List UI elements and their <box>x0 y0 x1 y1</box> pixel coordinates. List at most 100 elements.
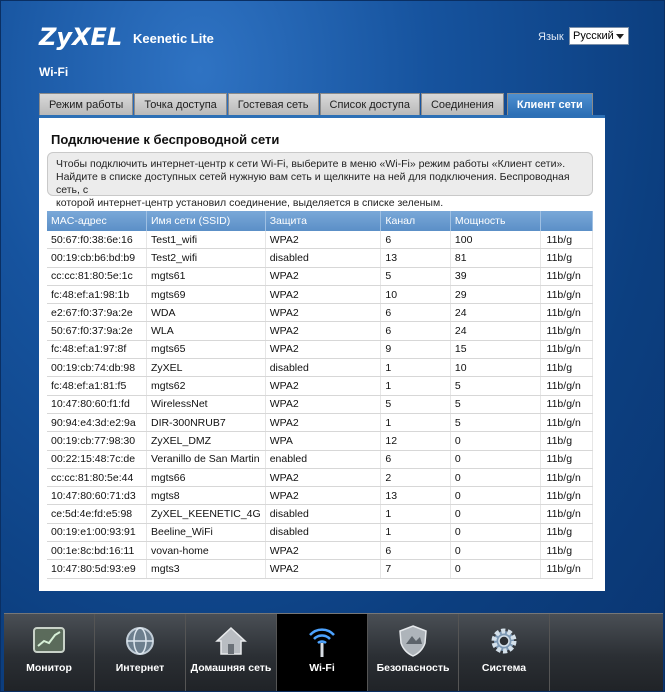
networks-table: MAC-адрес Имя сети (SSID) Защита Канал М… <box>47 211 594 579</box>
globe-icon <box>126 627 154 655</box>
cell-mode: 11b/g <box>540 358 594 378</box>
table-row[interactable]: 00:1e:8c:bd:16:11 vovan-home WPA2 6 0 11b/g <box>47 541 594 561</box>
table-row[interactable]: 10:47:80:60:f1:fd WirelessNet WPA2 5 5 11b/g/… <box>47 395 594 414</box>
table-row[interactable]: 50:67:f0:38:6e:16 Test1_wifi WPA2 6 100 11b/g <box>47 231 594 250</box>
tab-access-point[interactable]: Точка доступа <box>134 93 227 115</box>
tab-mode[interactable]: Режим работы <box>39 93 134 115</box>
cell-channel: 1 <box>380 504 451 524</box>
table-row[interactable]: 00:19:e1:00:93:91 Beeline_WiFi disabled 1 0 1… <box>47 523 594 543</box>
table-row[interactable]: ce:5d:4e:fd:e5:98 ZyXEL_KEENETIC_4G disabl… <box>47 504 594 524</box>
cell-power: 81 <box>450 248 541 268</box>
table-row[interactable]: cc:cc:81:80:5e:1c mgts61 WPA2 5 39 11b/g/n <box>47 267 594 286</box>
cell-power: 0 <box>450 486 541 506</box>
dock-wifi[interactable]: Wi-Fi <box>277 614 368 691</box>
cell-security: WPA2 <box>265 413 382 433</box>
table-row[interactable]: fc:48:ef:a1:97:8f mgts65 WPA2 9 15 11b/g/n <box>47 340 594 360</box>
cell-mac: cc:cc:81:80:5e:44 <box>47 468 147 488</box>
tab-guest-network[interactable]: Гостевая сеть <box>227 93 319 115</box>
cell-mac: 00:19:cb:77:98:30 <box>47 431 147 451</box>
tab-access-list[interactable]: Список доступа <box>319 93 420 115</box>
cell-security: WPA2 <box>265 376 382 396</box>
cell-mac: ce:5d:4e:fd:e5:98 <box>47 504 147 524</box>
content-panel: Подключение к беспроводной сети Чтобы по… <box>39 115 605 591</box>
table-header: MAC-адрес Имя сети (SSID) Защита Канал М… <box>47 211 594 231</box>
tab-network-client[interactable]: Клиент сети <box>506 93 593 115</box>
cell-ssid: ZyXEL_KEENETIC_4G <box>146 504 266 524</box>
col-mode <box>540 211 594 231</box>
monitor-icon <box>33 627 65 653</box>
cell-power: 0 <box>450 504 541 524</box>
cell-power: 15 <box>450 340 541 360</box>
dock-label: Безопасность <box>376 662 450 674</box>
table-row[interactable]: 10:47:80:5d:93:e9 mgts3 WPA2 7 0 11b/g/n <box>47 559 594 579</box>
page-title: Wi-Fi <box>39 65 69 79</box>
dock-label: Монитор <box>26 662 72 674</box>
shield-icon <box>399 625 427 657</box>
cell-ssid: Beeline_WiFi <box>146 523 266 543</box>
cell-security: disabled <box>265 523 382 543</box>
cell-security: WPA <box>265 431 382 451</box>
cell-mac: 00:19:cb:b6:bd:b9 <box>47 248 147 268</box>
dock-monitor[interactable]: Монитор <box>4 614 95 691</box>
cell-mac: fc:48:ef:a1:97:8f <box>47 340 147 360</box>
cell-ssid: ZyXEL_DMZ <box>146 431 266 451</box>
cell-mac: 10:47:80:60:71:d3 <box>47 486 147 506</box>
cell-mode: 11b/g <box>540 231 594 250</box>
table-row[interactable]: 50:67:f0:37:9a:2e WLA WPA2 6 24 11b/g/n <box>47 321 594 341</box>
cell-mac: 00:19:cb:74:db:98 <box>47 358 147 378</box>
cell-ssid: mgts61 <box>146 267 266 286</box>
cell-security: WPA2 <box>265 340 382 360</box>
gear-icon <box>491 628 517 654</box>
table-row[interactable]: 00:19:cb:b6:bd:b9 Test2_wifi disabled 13 81 1… <box>47 248 594 268</box>
dock-system[interactable]: Система <box>459 614 550 691</box>
col-security: Защита <box>265 211 382 231</box>
table-row[interactable]: 00:19:cb:77:98:30 ZyXEL_DMZ WPA 12 0 11b/g <box>47 431 594 451</box>
table-row[interactable]: fc:48:ef:a1:98:1b mgts69 WPA2 10 29 11b/g/n <box>47 285 594 305</box>
cell-channel: 9 <box>380 340 451 360</box>
dock-home-network[interactable]: Домашняя сеть <box>186 614 277 691</box>
tab-bar: Режим работы Точка доступа Гостевая сеть… <box>39 93 594 115</box>
tab-connections[interactable]: Соединения <box>420 93 504 115</box>
info-line: Найдите в списке доступных сетей нужную … <box>56 171 570 196</box>
col-mac: MAC-адрес <box>47 211 147 231</box>
chevron-down-icon <box>616 34 624 39</box>
cell-security: WPA2 <box>265 395 382 414</box>
cell-channel: 13 <box>380 248 451 268</box>
table-row[interactable]: fc:48:ef:a1:81:f5 mgts62 WPA2 1 5 11b/g/n <box>47 376 594 396</box>
table-row[interactable]: 00:19:cb:74:db:98 ZyXEL disabled 1 10 11b/g <box>47 358 594 378</box>
cell-mode: 11b/g <box>540 431 594 451</box>
cell-security: disabled <box>265 358 382 378</box>
dock-internet[interactable]: Интернет <box>95 614 186 691</box>
cell-security: WPA2 <box>265 303 382 323</box>
cell-security: WPA2 <box>265 486 382 506</box>
cell-mac: 00:1e:8c:bd:16:11 <box>47 541 147 561</box>
table-row[interactable]: cc:cc:81:80:5e:44 mgts66 WPA2 2 0 11b/g/n <box>47 468 594 488</box>
cell-mode: 11b/g/n <box>540 395 594 414</box>
dock-security[interactable]: Безопасность <box>368 614 459 691</box>
cell-power: 39 <box>450 267 541 286</box>
cell-ssid: WirelessNet <box>146 395 266 414</box>
table-row[interactable]: 10:47:80:60:71:d3 mgts8 WPA2 13 0 11b/g/n <box>47 486 594 506</box>
cell-mac: 50:67:f0:37:9a:2e <box>47 321 147 341</box>
cell-mac: 10:47:80:5d:93:e9 <box>47 559 147 579</box>
table-row[interactable]: 00:22:15:48:7c:de Veranillo de San Martin… <box>47 450 594 469</box>
cell-ssid: vovan-home <box>146 541 266 561</box>
cell-power: 0 <box>450 559 541 579</box>
cell-mode: 11b/g <box>540 248 594 268</box>
cell-power: 0 <box>450 431 541 451</box>
cell-security: WPA2 <box>265 559 382 579</box>
cell-mac: 00:19:e1:00:93:91 <box>47 523 147 543</box>
cell-ssid: mgts3 <box>146 559 266 579</box>
cell-mode: 11b/g/n <box>540 468 594 488</box>
cell-channel: 6 <box>380 231 451 250</box>
cell-power: 24 <box>450 321 541 341</box>
cell-mac: cc:cc:81:80:5e:1c <box>47 267 147 286</box>
cell-power: 24 <box>450 303 541 323</box>
cell-ssid: Test2_wifi <box>146 248 266 268</box>
table-row[interactable]: e2:67:f0:37:9a:2e WDA WPA2 6 24 11b/g/n <box>47 303 594 323</box>
cell-mode: 11b/g <box>540 450 594 469</box>
language-select[interactable]: Русский <box>569 27 629 45</box>
cell-power: 10 <box>450 358 541 378</box>
table-row[interactable]: 90:94:e4:3d:e2:9a DIR-300NRUB7 WPA2 1 5 11b/g… <box>47 413 594 433</box>
cell-mac: 50:67:f0:38:6e:16 <box>47 231 147 250</box>
